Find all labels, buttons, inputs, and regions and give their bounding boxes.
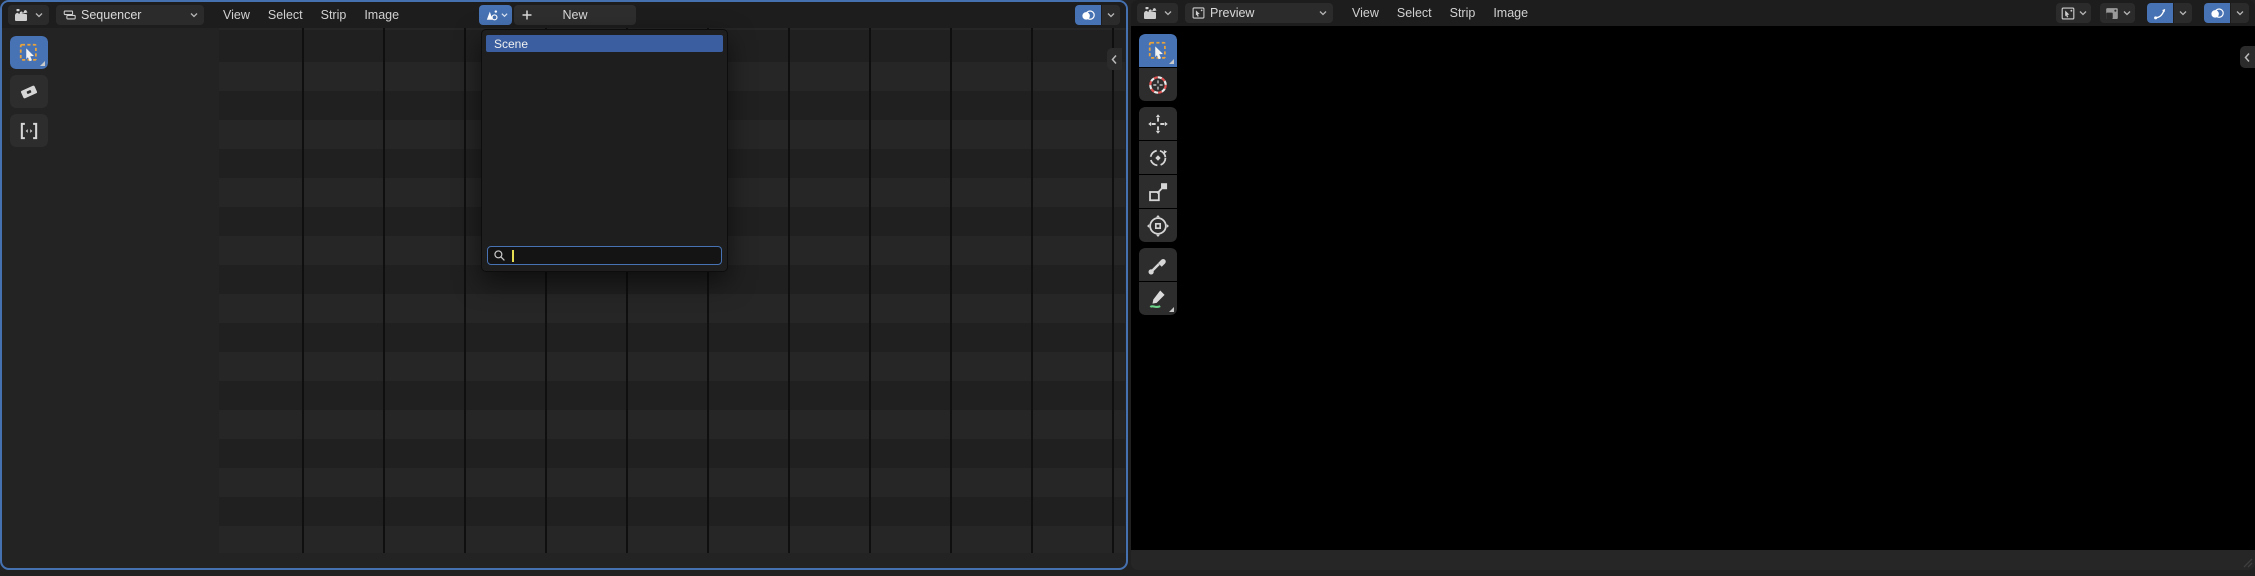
eyedropper-icon <box>1147 254 1169 276</box>
annotate-pen-icon <box>1147 288 1169 310</box>
transform-icon <box>1147 214 1169 237</box>
menu-view[interactable]: View <box>1343 4 1388 22</box>
plus-icon <box>521 9 533 21</box>
scale-icon <box>1147 181 1169 203</box>
tool-transform[interactable] <box>1139 209 1177 242</box>
header-right-controls <box>2056 3 2249 23</box>
chevron-down-icon <box>1319 10 1327 16</box>
menu-view[interactable]: View <box>214 6 259 24</box>
search-icon <box>493 249 506 262</box>
scene-datablock: New <box>479 5 636 25</box>
tool-scale[interactable] <box>1139 175 1177 208</box>
editor-mode-value: Sequencer <box>81 8 142 22</box>
menubar: View Select Strip Image <box>214 6 408 24</box>
gizmos-dropdown[interactable] <box>2174 3 2192 23</box>
tool-annotate[interactable] <box>1139 282 1177 315</box>
overlays-toggle[interactable] <box>1075 5 1101 25</box>
menu-image[interactable]: Image <box>355 6 408 24</box>
cursor-crosshair-icon <box>1147 74 1169 96</box>
chevron-down-icon <box>2123 10 2131 16</box>
text-caret <box>512 249 514 262</box>
select-box-icon <box>1147 40 1169 62</box>
preview-header: Preview View Select Strip Image <box>1131 0 2255 26</box>
new-scene-label: New <box>562 8 588 22</box>
menu-strip[interactable]: Strip <box>312 6 356 24</box>
chevron-down-icon <box>190 12 198 18</box>
menu-select[interactable]: Select <box>259 6 312 24</box>
overlays-icon <box>2209 6 2225 21</box>
chevron-down-icon <box>500 12 508 18</box>
select-box-icon <box>18 42 40 64</box>
overlays-dropdown[interactable] <box>1102 5 1120 25</box>
tool-blade[interactable] <box>10 75 48 108</box>
image-alpha-icon <box>2104 6 2120 21</box>
tool-sample[interactable] <box>1139 248 1177 281</box>
clapperboard-icon <box>1143 6 1160 20</box>
tool-select-box[interactable] <box>1139 34 1177 67</box>
scene-browse-popup: Scene <box>481 29 728 272</box>
chevron-down-icon <box>2079 10 2087 16</box>
menubar: View Select Strip Image <box>1343 4 1537 22</box>
overlays-dropdown[interactable] <box>2231 3 2249 23</box>
display-channels-dropdown[interactable] <box>2056 3 2091 23</box>
sidebar-collapse-arrow[interactable] <box>2240 46 2255 68</box>
sequencer-strips-icon <box>62 8 77 22</box>
tool-slip[interactable] <box>10 114 48 147</box>
tool-select-box[interactable] <box>10 36 48 69</box>
scene-icon <box>484 8 499 23</box>
chevron-down-icon <box>1107 12 1115 18</box>
sequencer-header: Sequencer View Select Strip Image New <box>2 2 1126 28</box>
slip-icon <box>18 120 40 142</box>
blade-icon <box>18 81 40 103</box>
preview-canvas[interactable] <box>1131 26 2255 550</box>
move-icon <box>1147 113 1169 135</box>
scene-search-input[interactable] <box>487 246 722 265</box>
region-resize-corner[interactable] <box>2242 557 2253 568</box>
sequencer-editor: Sequencer View Select Strip Image New Sc… <box>0 0 1128 570</box>
preview-image-icon <box>1191 6 1206 20</box>
subtool-indicator <box>1169 59 1174 64</box>
clapperboard-icon <box>14 8 31 22</box>
menu-image[interactable]: Image <box>1484 4 1537 22</box>
editor-type-button[interactable] <box>1137 3 1178 23</box>
preview-toolbar <box>1139 34 1177 315</box>
subtool-indicator <box>40 61 45 66</box>
header-right-controls <box>1075 5 1120 25</box>
rotate-icon <box>1147 147 1169 169</box>
gizmo-icon <box>2152 6 2168 21</box>
chevron-down-icon <box>35 12 43 18</box>
menu-strip[interactable]: Strip <box>1441 4 1485 22</box>
sidebar-collapse-arrow[interactable] <box>1107 48 1122 70</box>
new-scene-button[interactable]: New <box>514 5 636 25</box>
image-cursor-icon <box>2060 6 2076 21</box>
chevron-down-icon <box>2179 10 2187 16</box>
chevron-down-icon <box>1164 10 1172 16</box>
menu-select[interactable]: Select <box>1388 4 1441 22</box>
subtool-indicator <box>1169 307 1174 312</box>
sequencer-toolbar <box>10 36 48 147</box>
gizmos-toggle[interactable] <box>2147 3 2173 23</box>
tool-move[interactable] <box>1139 107 1177 140</box>
editor-mode-select[interactable]: Sequencer <box>56 5 204 25</box>
overlays-toggle[interactable] <box>2204 3 2230 23</box>
overlays-icon <box>1080 8 1096 23</box>
popup-item-scene[interactable]: Scene <box>486 35 723 52</box>
editor-mode-value: Preview <box>1210 6 1255 20</box>
editor-type-button[interactable] <box>8 5 49 25</box>
chevron-down-icon <box>2236 10 2244 16</box>
image-alpha-dropdown[interactable] <box>2100 3 2135 23</box>
editor-mode-select[interactable]: Preview <box>1185 3 1333 23</box>
tool-rotate[interactable] <box>1139 141 1177 174</box>
browse-scene-button[interactable] <box>479 5 512 25</box>
tool-cursor[interactable] <box>1139 68 1177 101</box>
preview-editor: Preview View Select Strip Image <box>1131 0 2255 570</box>
